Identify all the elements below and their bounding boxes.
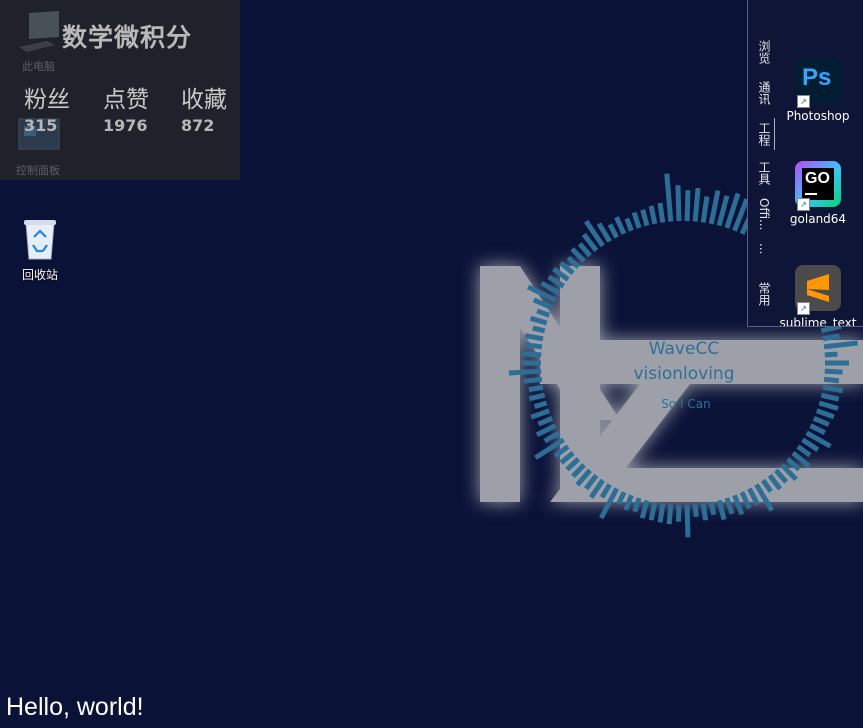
visualizer-bar: [809, 423, 826, 435]
dock-tab-office[interactable]: Offi...: [756, 198, 772, 231]
visualizer-bar: [824, 351, 838, 358]
visualizer-bar: [577, 242, 592, 258]
visualizer-bar: [614, 216, 627, 235]
visualizer-bar: [823, 376, 840, 384]
visualizer-bar: [631, 211, 642, 229]
visualizer-bar: [523, 376, 543, 384]
visualizer-bar: [525, 342, 543, 350]
visualizer-bar: [822, 384, 844, 394]
visualizer-bar: [666, 504, 674, 525]
shortcut-arrow-icon: ↗: [797, 302, 810, 315]
visualizer-bar: [640, 209, 650, 227]
visualizer-bar: [700, 196, 710, 223]
visualizer-bar: [648, 501, 658, 521]
visualizer-bar: [533, 400, 548, 410]
visualizer-bar: [684, 504, 691, 538]
shortcut-arrow-icon: ↗: [797, 95, 810, 108]
hello-world-text: Hello, world!: [6, 693, 144, 721]
visualizer-bar: [785, 457, 801, 472]
sublime-text-label: sublime_text: [779, 316, 857, 326]
visualizer-bar: [664, 173, 674, 222]
visualizer-bar: [716, 499, 727, 521]
visualizer-bar: [824, 368, 843, 375]
visualizer-bar: [537, 415, 554, 427]
dock-tab-tools[interactable]: 工具: [756, 161, 772, 185]
visualizer-bar: [657, 202, 666, 223]
visualizer-line2: visionloving: [633, 364, 734, 384]
visualizer-bar: [570, 247, 586, 263]
visualizer-bar: [820, 392, 840, 402]
dock-tab-common[interactable]: 常用: [756, 282, 772, 306]
visualizer-bar: [530, 408, 551, 420]
visualizer-bar: [708, 501, 717, 516]
recycle-bin-label: 回收站: [21, 268, 58, 282]
visualizer-bar: [815, 408, 835, 420]
app-goland[interactable]: GO ↗ goland64: [778, 161, 858, 226]
app-photoshop[interactable]: Ps ↗ Photoshop: [778, 58, 858, 123]
visualizer-bar: [639, 499, 650, 519]
visualizer-bar: [535, 423, 557, 438]
stats-title: 数学微积分: [62, 23, 193, 52]
likes-label: 点赞: [103, 87, 149, 113]
visualizer-bar: [532, 325, 546, 334]
dock-tab-communication[interactable]: 通讯: [756, 81, 772, 105]
visualizer-bar: [528, 384, 544, 393]
visualizer-bar: [708, 190, 721, 225]
desktop-icon-recycle-bin[interactable]: 回收站: [5, 217, 75, 283]
visualizer-bar: [543, 430, 561, 444]
app-sublime-text[interactable]: ↗ sublime_text: [778, 265, 858, 326]
visualizer-bar: [812, 415, 830, 427]
control-panel-label: 控制面板: [16, 164, 60, 177]
goland-icon: GO ↗: [795, 161, 841, 211]
favorites-count: 872: [181, 116, 215, 135]
visualizer-bar: [684, 190, 691, 222]
photoshop-label: Photoshop: [786, 109, 850, 123]
visualizer-bar: [528, 392, 546, 402]
sublime-text-icon: ↗: [795, 265, 841, 315]
visualizer-line1: WaveCC: [649, 339, 719, 359]
computer-icon-label: 此电脑: [22, 60, 55, 73]
visualizer-bar: [524, 333, 544, 342]
visualizer-bar: [692, 504, 699, 517]
visualizer-bar: [692, 187, 701, 222]
computer-icon: [19, 11, 59, 52]
stats-widget: 此电脑 控制面板 数学微积分 粉丝 点赞 收藏 315 1976 872: [0, 0, 240, 180]
visualizer-bar: [607, 223, 619, 239]
favorites-label: 收藏: [181, 87, 227, 113]
visualizer-bar: [624, 217, 634, 232]
dock-tab-more[interactable]: ...: [756, 243, 772, 254]
dock-tab-selected-indicator: [774, 118, 775, 150]
visualizer-bar: [648, 205, 658, 225]
photoshop-icon: Ps ↗: [795, 58, 841, 108]
visualizer-bar: [796, 444, 812, 458]
visualizer-bar: [700, 503, 709, 521]
visualizer-line3: So I Can: [661, 397, 710, 411]
dock-tab-engineering[interactable]: 工程: [756, 122, 772, 146]
visualizer-bar: [508, 368, 542, 376]
visualizer-bar: [675, 185, 682, 222]
visualizer-bar: [521, 351, 542, 358]
recycle-bin-icon: [24, 220, 56, 260]
visualizer-bar: [566, 255, 581, 269]
visualizer-bar: [801, 437, 820, 452]
followers-label: 粉丝: [24, 87, 70, 113]
followers-count: 315: [24, 116, 58, 135]
shortcut-arrow-icon: ↗: [797, 198, 810, 211]
goland-label: goland64: [789, 212, 847, 226]
app-dock: 浏览 通讯 工程 工具 Offi... ... 常用 Ps ↗ Photosho…: [747, 0, 863, 327]
dock-tab-browse[interactable]: 浏览: [756, 40, 772, 64]
visualizer-bar: [818, 400, 839, 411]
visualizer-bar: [716, 195, 730, 227]
likes-count: 1976: [103, 116, 148, 135]
visualizer-bar: [657, 503, 666, 523]
visualizer-bar: [822, 333, 840, 342]
